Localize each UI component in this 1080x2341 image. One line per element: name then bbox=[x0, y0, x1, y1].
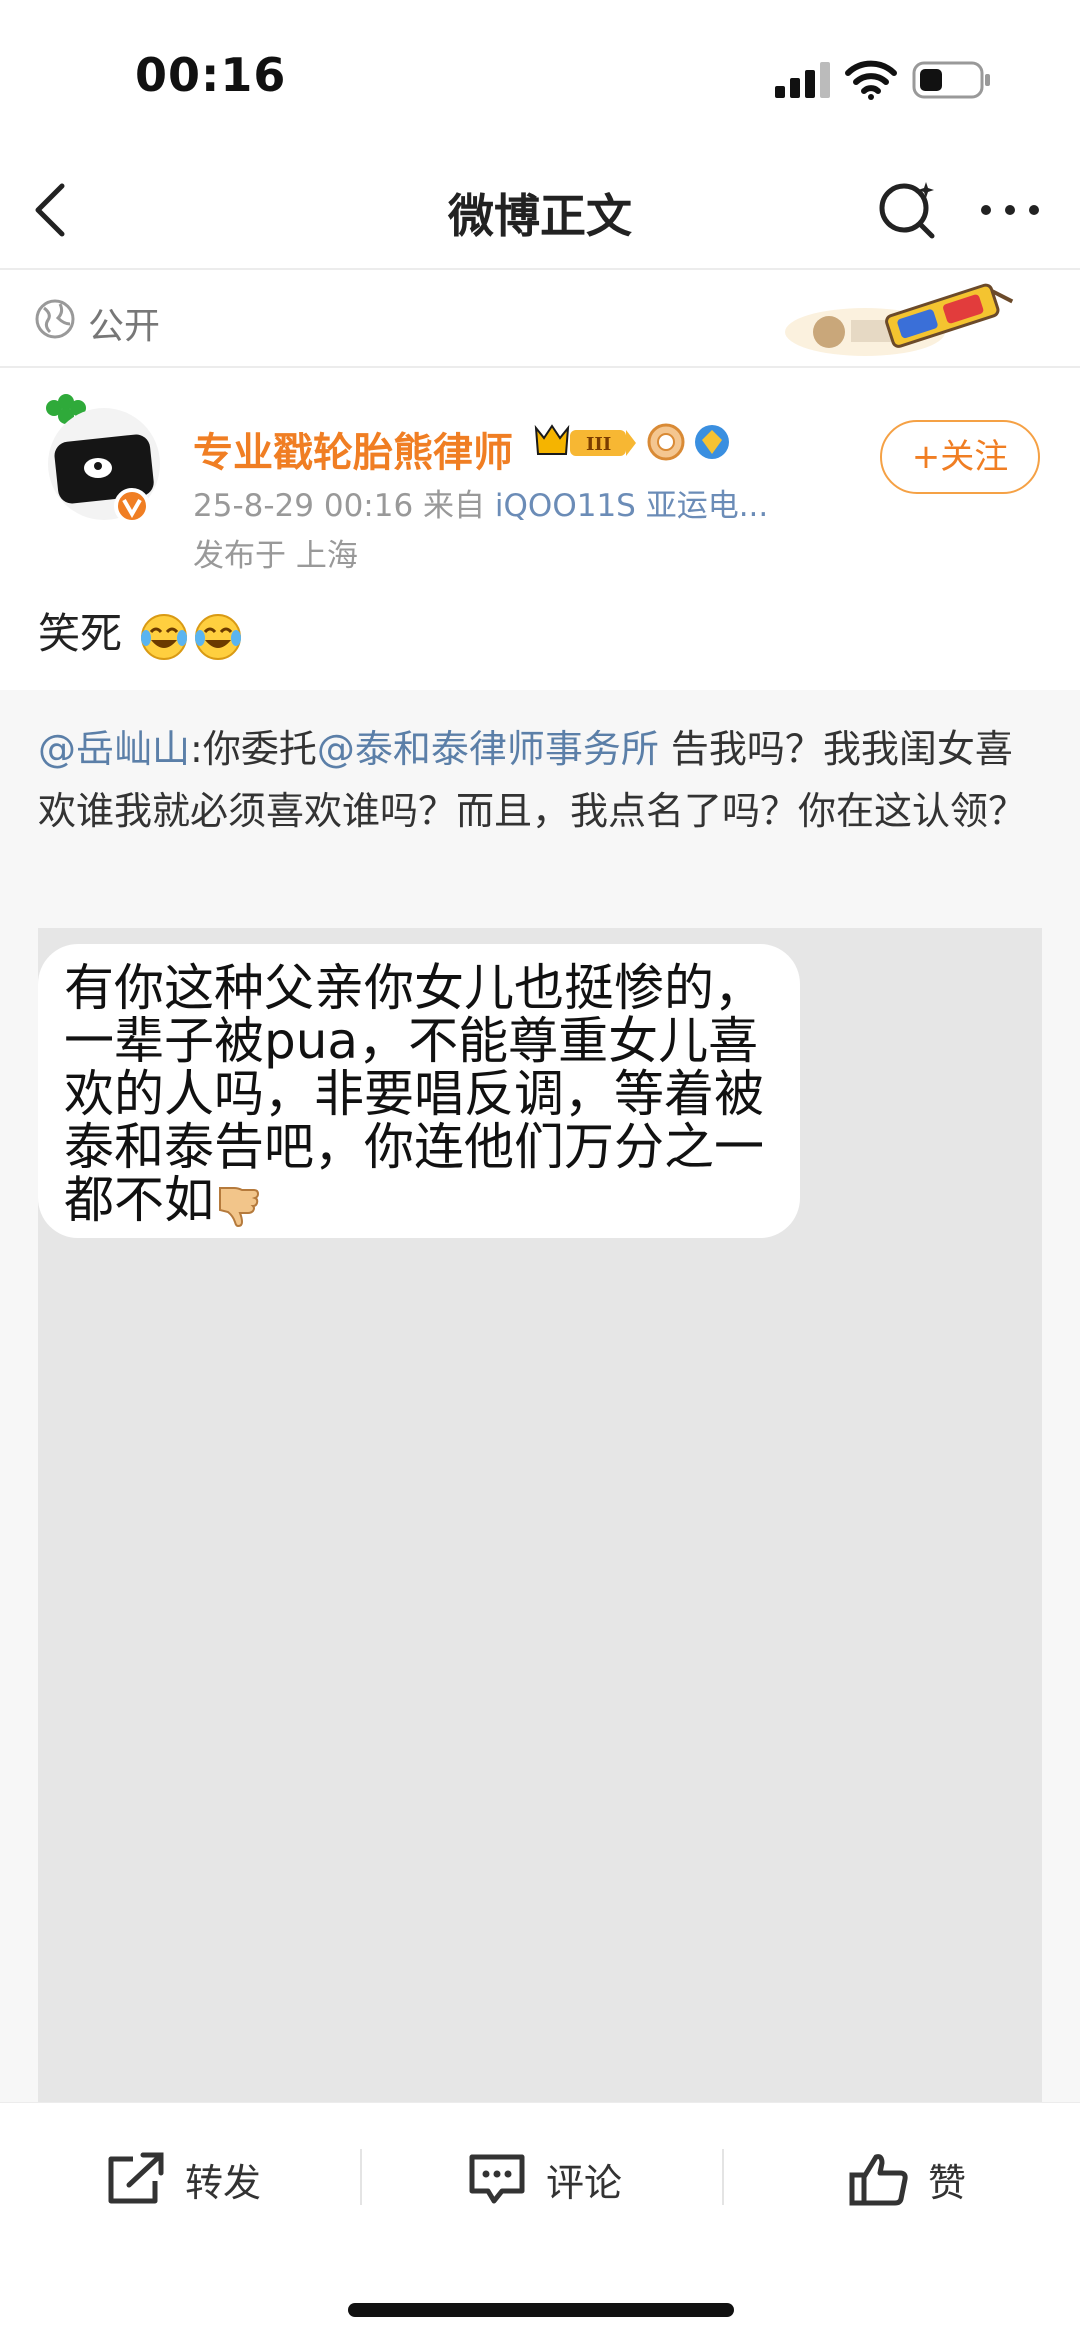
like-button[interactable]: 赞 bbox=[848, 2151, 966, 2207]
post-body: 笑死 bbox=[38, 609, 123, 658]
divider bbox=[360, 2149, 362, 2205]
follow-button[interactable]: +关注 bbox=[880, 420, 1040, 494]
repost-text-part: :你委托 bbox=[190, 727, 317, 771]
chat-message: 有你这种父亲你女儿也挺惨的，一辈子被pua，不能尊重女儿喜欢的人吗，非要唱反调，… bbox=[64, 959, 764, 1229]
post-timestamp: 25-8-29 00:16 bbox=[193, 488, 414, 524]
avatar[interactable] bbox=[34, 388, 164, 528]
visibility-label: 公开 bbox=[88, 306, 161, 347]
vip-crown-badge-icon[interactable]: III bbox=[528, 420, 638, 464]
globe-icon bbox=[35, 299, 75, 339]
post-source-prefix: 来自 bbox=[423, 488, 486, 524]
battery-icon bbox=[912, 61, 990, 99]
medal-icon[interactable] bbox=[646, 422, 686, 462]
post-text: 笑死 bbox=[38, 600, 243, 662]
home-indicator[interactable] bbox=[348, 2303, 734, 2317]
nav-bar: 微博正文 bbox=[0, 150, 1080, 270]
comment-button[interactable]: 评论 bbox=[466, 2151, 622, 2207]
verified-badge-icon[interactable] bbox=[692, 422, 732, 462]
post-meta: 25-8-29 00:16 来自 iQOO11S 亚运电... bbox=[193, 480, 768, 525]
search-icon[interactable] bbox=[876, 176, 938, 242]
vip-level-label: III bbox=[586, 434, 611, 455]
repost-text: @岳屾山:你委托@泰和泰律师事务所 告我吗？我我闺女喜欢谁我就必须喜欢谁吗？而且… bbox=[38, 718, 1048, 842]
laughing-crying-emoji-icon bbox=[141, 613, 188, 660]
divider bbox=[722, 2149, 724, 2205]
post-source[interactable]: iQOO11S 亚运电... bbox=[495, 488, 768, 524]
repost-label: 转发 bbox=[185, 2160, 262, 2205]
thumbs-up-icon bbox=[849, 2154, 908, 2206]
action-bar: 转发 评论 赞 bbox=[0, 2102, 1080, 2250]
laughing-crying-emoji-icon bbox=[195, 613, 242, 660]
mention-link[interactable]: @泰和泰律师事务所 bbox=[317, 727, 659, 771]
status-bar: 00:16 bbox=[0, 0, 1080, 150]
author-name[interactable]: 专业戳轮胎熊律师 bbox=[193, 420, 513, 478]
wifi-icon bbox=[845, 60, 897, 100]
like-label: 赞 bbox=[928, 2160, 967, 2205]
repost-image[interactable]: 有你这种父亲你女儿也挺惨的，一辈子被pua，不能尊重女儿喜欢的人吗，非要唱反调，… bbox=[38, 928, 1042, 2102]
signal-icon bbox=[775, 62, 830, 98]
3d-glasses-badge-icon bbox=[785, 283, 1014, 356]
visibility-row: 公开 bbox=[0, 270, 1080, 368]
thumbs-down-emoji-icon bbox=[219, 1186, 260, 1227]
share-icon bbox=[108, 2152, 164, 2204]
comment-label: 评论 bbox=[546, 2160, 623, 2205]
status-time: 00:16 bbox=[135, 48, 287, 102]
post-location: 发布于 上海 bbox=[193, 538, 358, 574]
comment-icon bbox=[469, 2154, 525, 2204]
mention-link[interactable]: @岳屾山 bbox=[38, 727, 190, 771]
repost-button[interactable]: 转发 bbox=[105, 2151, 261, 2207]
chat-bubble: 有你这种父亲你女儿也挺惨的，一辈子被pua，不能尊重女儿喜欢的人吗，非要唱反调，… bbox=[38, 944, 800, 1238]
more-icon[interactable] bbox=[978, 202, 1042, 218]
repost-block[interactable]: @岳屾山:你委托@泰和泰律师事务所 告我吗？我我闺女喜欢谁我就必须喜欢谁吗？而且… bbox=[0, 690, 1080, 2102]
